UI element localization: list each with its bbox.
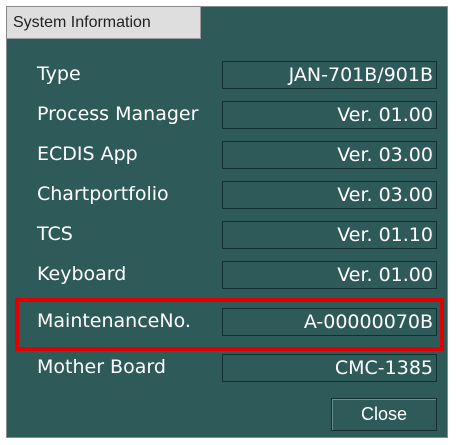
info-label: Type	[37, 63, 81, 85]
system-information-dialog: System Information Type JAN-701B/901B Pr…	[6, 6, 448, 438]
info-row-keyboard: Keyboard Ver. 01.00	[7, 254, 449, 294]
info-label: Process Manager	[37, 103, 199, 125]
info-value-field: Ver. 01.00	[222, 261, 437, 289]
info-value-field: Ver. 03.00	[222, 141, 437, 169]
info-row-type: Type JAN-701B/901B	[7, 54, 449, 94]
info-value-field: Ver. 01.10	[222, 221, 437, 249]
info-value-field: JAN-701B/901B	[222, 61, 437, 89]
info-label: ECDIS App	[37, 143, 138, 165]
highlight-annotation-box	[15, 298, 444, 351]
info-value-field: Ver. 03.00	[222, 181, 437, 209]
info-row-chartportfolio: Chartportfolio Ver. 03.00	[7, 174, 449, 214]
info-row-process-manager: Process Manager Ver. 01.00	[7, 94, 449, 134]
info-row-mother-board: Mother Board CMC-1385	[7, 347, 449, 387]
info-row-tcs: TCS Ver. 01.10	[7, 214, 449, 254]
info-label: TCS	[37, 223, 73, 245]
info-label: Keyboard	[37, 263, 127, 285]
dialog-title: System Information	[7, 7, 201, 39]
close-button[interactable]: Close	[331, 398, 437, 431]
info-label: Mother Board	[37, 356, 166, 378]
info-value-field: Ver. 01.00	[222, 101, 437, 129]
info-row-ecdis-app: ECDIS App Ver. 03.00	[7, 134, 449, 174]
info-label: Chartportfolio	[37, 183, 169, 205]
info-value-field: CMC-1385	[222, 354, 437, 382]
